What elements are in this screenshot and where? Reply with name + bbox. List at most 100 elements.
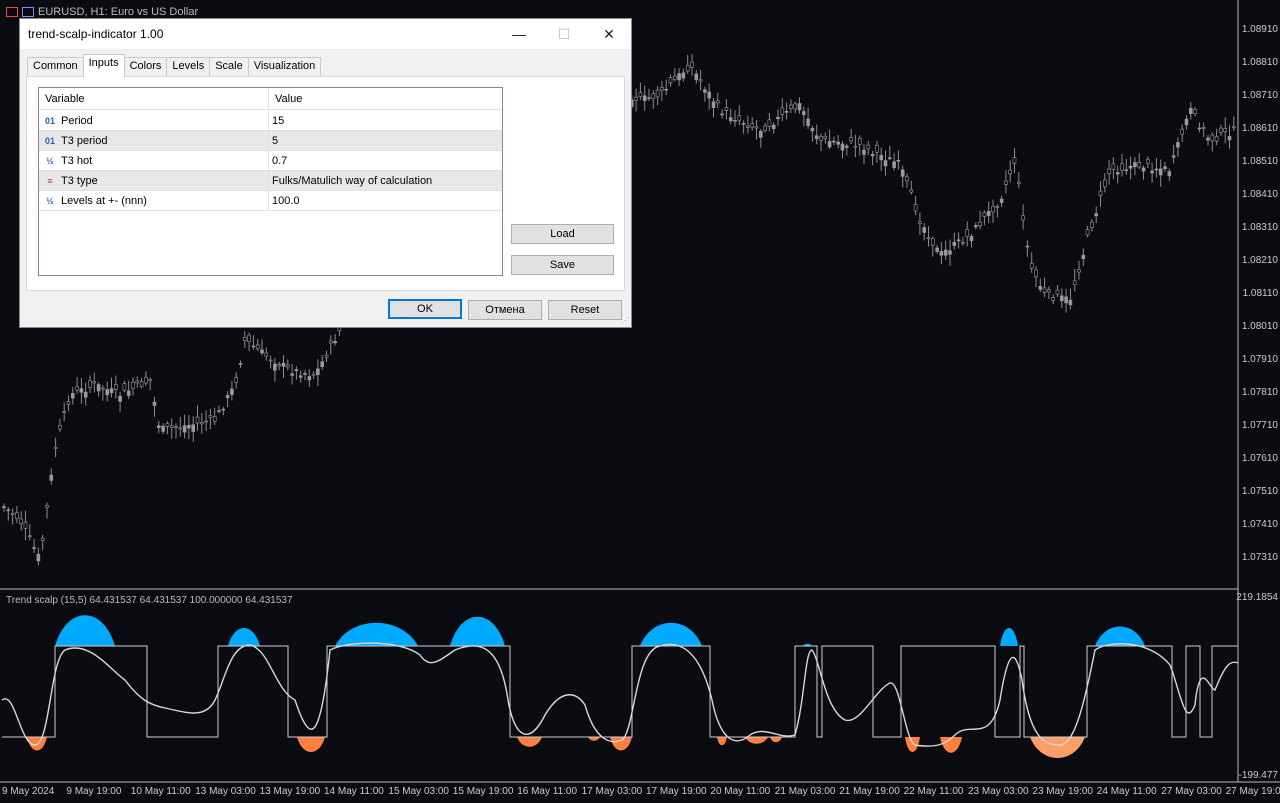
- ok-button[interactable]: OK: [388, 299, 462, 319]
- candle-body: [1025, 245, 1030, 248]
- param-row-t3-period[interactable]: 01 T3 period 5: [39, 131, 502, 151]
- candle-body: [1133, 162, 1137, 168]
- candle-body: [776, 116, 780, 120]
- chart-type-icon[interactable]: [22, 7, 34, 17]
- candle-body: [1124, 169, 1129, 171]
- candle-body: [982, 212, 987, 217]
- tab-common[interactable]: Common: [27, 57, 84, 77]
- param-name: T3 hot: [61, 154, 93, 167]
- candle-body: [746, 125, 750, 128]
- tab-visualization[interactable]: Visualization: [247, 57, 322, 77]
- tab-levels[interactable]: Levels: [166, 57, 211, 77]
- candle-body: [1150, 170, 1154, 174]
- candle-body: [178, 427, 183, 430]
- cancel-button[interactable]: Отмена: [468, 300, 542, 320]
- candle-body: [101, 387, 105, 390]
- candle-body: [875, 145, 879, 153]
- candle-body: [144, 376, 148, 384]
- candle-body: [212, 416, 217, 422]
- candle-body: [1068, 299, 1073, 306]
- candle-body: [995, 206, 1000, 208]
- param-value[interactable]: 5: [269, 131, 502, 150]
- candle-body: [969, 236, 974, 242]
- price-tick-label: 1.08110: [1242, 288, 1278, 299]
- candle-body: [118, 395, 122, 402]
- candle-body: [763, 125, 767, 131]
- param-row-period[interactable]: 01 Period 15: [39, 111, 502, 131]
- indicator-label: Trend scalp (15,5) 64.431537 64.431537 1…: [6, 595, 293, 606]
- param-value[interactable]: 100.0: [269, 191, 502, 210]
- param-value[interactable]: 0.7: [269, 151, 502, 170]
- param-value[interactable]: 15: [269, 111, 502, 130]
- candle-body: [1146, 159, 1150, 164]
- candle-body: [23, 521, 28, 529]
- candle-body: [737, 115, 742, 121]
- candle-body: [1219, 127, 1223, 133]
- candle-body: [952, 241, 957, 246]
- candle-body: [939, 251, 944, 256]
- candle-body: [1176, 142, 1180, 148]
- candle-body: [208, 415, 213, 418]
- candle-body: [53, 446, 58, 449]
- integer-param-icon: 01: [44, 115, 55, 126]
- param-value[interactable]: Fulks/Matulich way of calculation: [269, 171, 502, 190]
- param-row-levels[interactable]: ½ Levels at +- (nnn) 100.0: [39, 191, 502, 211]
- candle-body: [1103, 179, 1107, 188]
- param-name: T3 period: [61, 134, 108, 147]
- candle-body: [642, 95, 647, 101]
- resize-grip-icon[interactable]: ⋰: [621, 316, 629, 325]
- candle-body: [1098, 190, 1103, 196]
- param-row-t3-type[interactable]: ≡ T3 type Fulks/Matulich way of calculati…: [39, 171, 502, 191]
- candle-body: [1167, 171, 1172, 177]
- minimize-button[interactable]: —: [496, 19, 542, 49]
- tab-colors[interactable]: Colors: [123, 57, 168, 77]
- candle-body: [1038, 286, 1043, 290]
- bull-fill-area: [55, 615, 115, 646]
- candle-body: [1128, 165, 1133, 169]
- candle-body: [139, 381, 144, 387]
- candle-body: [1137, 162, 1141, 168]
- close-button[interactable]: ✕: [586, 19, 632, 49]
- candle-body: [823, 136, 828, 139]
- candle-body: [1201, 127, 1206, 129]
- candle-body: [922, 227, 927, 233]
- candle-body: [866, 144, 871, 150]
- price-tick-label: 1.07710: [1241, 420, 1278, 431]
- candle-body: [264, 352, 269, 357]
- bull-fill-area: [228, 628, 260, 646]
- dialog-titlebar[interactable]: trend-scalp-indicator 1.00 — ☐ ✕: [20, 19, 631, 49]
- signal-step-line: [2, 645, 1238, 738]
- candle-body: [651, 93, 656, 99]
- bull-fill-area: [450, 616, 505, 646]
- candle-body: [221, 408, 226, 411]
- reset-button[interactable]: Reset: [548, 300, 622, 320]
- bull-fill-area: [640, 622, 702, 646]
- candle-body: [986, 211, 991, 216]
- candle-body: [281, 362, 286, 367]
- candle-body: [784, 111, 789, 113]
- header-value[interactable]: Value: [269, 88, 502, 109]
- price-tick-label: 1.07610: [1241, 453, 1278, 464]
- price-tick-label: 1.08210: [1241, 255, 1278, 266]
- price-tick-label: 1.08610: [1241, 123, 1278, 134]
- indicator-properties-dialog[interactable]: trend-scalp-indicator 1.00 — ☐ ✕ Common …: [19, 18, 632, 328]
- enum-param-icon: ≡: [47, 175, 53, 186]
- tab-scale[interactable]: Scale: [209, 57, 249, 77]
- load-button[interactable]: Load: [511, 224, 614, 244]
- price-tick-label: 1.07910: [1241, 354, 1278, 365]
- time-tick-label: 9 May 19:00: [66, 786, 122, 797]
- candle-body: [316, 368, 320, 376]
- tab-inputs[interactable]: Inputs: [82, 54, 125, 77]
- candle-body: [664, 88, 669, 91]
- price-tick-label: 1.08910: [1241, 24, 1278, 35]
- maximize-button[interactable]: ☐: [541, 19, 587, 49]
- candle-body: [789, 104, 793, 109]
- candle-body: [711, 101, 716, 108]
- param-row-t3-hot[interactable]: ½ T3 hot 0.7: [39, 151, 502, 171]
- header-variable[interactable]: Variable: [39, 88, 269, 109]
- candle-body: [1107, 168, 1111, 174]
- save-button[interactable]: Save: [511, 255, 614, 275]
- candle-body: [148, 379, 152, 382]
- candle-body: [961, 242, 965, 244]
- chart-menu-icon[interactable]: [6, 7, 18, 17]
